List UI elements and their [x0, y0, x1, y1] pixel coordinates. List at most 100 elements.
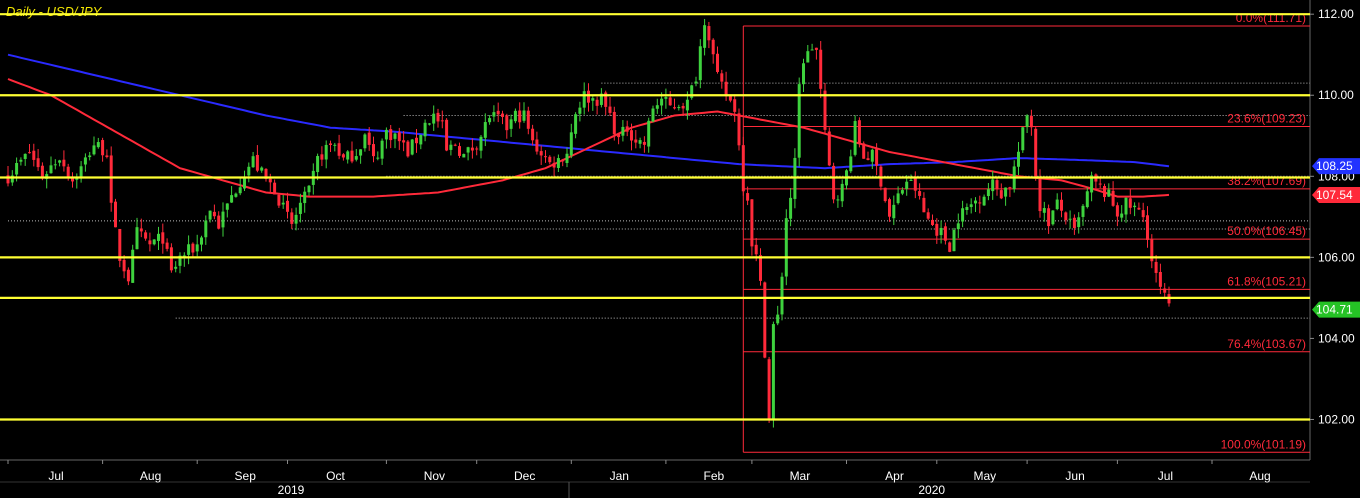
- candle-body: [462, 154, 466, 158]
- candle-body: [1008, 187, 1012, 189]
- candle-body: [655, 105, 659, 109]
- candle-body: [320, 154, 324, 160]
- candle-body: [819, 49, 823, 89]
- candle-body: [703, 25, 707, 48]
- candle-body: [419, 134, 423, 145]
- candle-body: [806, 51, 810, 63]
- candle-body: [109, 155, 113, 203]
- candle-body: [750, 199, 754, 247]
- candle-body: [565, 153, 569, 164]
- candle-body: [888, 199, 891, 217]
- candle-body: [15, 162, 19, 175]
- month-label: Feb: [704, 469, 725, 483]
- candle-body: [952, 229, 956, 252]
- candle-body: [552, 162, 556, 168]
- month-label: Jul: [48, 469, 63, 483]
- candle-body: [1154, 261, 1158, 273]
- candle-body: [900, 190, 904, 194]
- candle-body: [582, 91, 586, 108]
- candle-body: [836, 199, 840, 201]
- y-tick-label: 112.00: [1318, 7, 1354, 21]
- candle-body: [329, 143, 332, 146]
- candle-body: [883, 187, 887, 202]
- candle-body: [341, 154, 345, 158]
- candle-body: [62, 159, 66, 167]
- fib-level-label: 23.6%(109.23): [1227, 111, 1306, 125]
- candle-body: [802, 63, 805, 85]
- fib-level-label: 61.8%(105.21): [1227, 274, 1306, 288]
- candle-body: [208, 210, 212, 220]
- candle-body: [384, 129, 388, 140]
- candle-body: [161, 232, 165, 244]
- candle-body: [483, 122, 487, 138]
- candle-body: [1146, 215, 1149, 240]
- candle-body: [974, 200, 977, 204]
- candle-body: [488, 118, 492, 123]
- candle-body: [148, 240, 152, 245]
- candle-body: [105, 155, 109, 158]
- month-label: Apr: [885, 469, 904, 483]
- candle-body: [1034, 128, 1038, 179]
- month-label: Nov: [424, 469, 445, 483]
- year-label: 2020: [918, 483, 945, 497]
- candle-body: [221, 211, 225, 228]
- candle-body: [238, 187, 242, 194]
- candle-body: [152, 239, 156, 245]
- candle-body: [875, 149, 879, 166]
- candle-body: [587, 90, 590, 103]
- candle-body: [187, 244, 191, 255]
- candle-body: [1017, 151, 1020, 167]
- candle-body: [243, 177, 246, 189]
- candle-body: [909, 179, 913, 181]
- candle-body: [1141, 210, 1145, 218]
- candle-body: [1124, 197, 1128, 215]
- candle-body: [294, 214, 298, 224]
- candle-body: [316, 156, 320, 173]
- candle-body: [277, 194, 281, 206]
- y-tick-label: 104.00: [1318, 331, 1355, 345]
- candle-body: [204, 220, 208, 238]
- candle-body: [290, 212, 294, 224]
- candle-body: [333, 144, 337, 146]
- candle-body: [1103, 186, 1106, 198]
- y-tick-label: 106.00: [1318, 250, 1355, 264]
- candle-body: [114, 201, 117, 228]
- candle-body: [372, 144, 375, 157]
- candle-body: [23, 153, 27, 159]
- candle-body: [363, 134, 367, 149]
- candle-body: [866, 158, 870, 161]
- candle-body: [1064, 212, 1068, 221]
- candle-body: [1120, 213, 1124, 218]
- candle-body: [539, 151, 543, 156]
- candle-body: [88, 155, 92, 158]
- candle-body: [36, 158, 40, 168]
- candle-body: [660, 98, 664, 106]
- candle-body: [965, 207, 969, 211]
- candle-body: [535, 139, 539, 152]
- candle-body: [393, 133, 397, 139]
- fib-level-label: 38.2%(107.69): [1227, 174, 1306, 188]
- candle-body: [307, 185, 311, 193]
- candle-body: [595, 99, 599, 106]
- candle-body: [685, 99, 689, 111]
- month-label: Mar: [790, 469, 811, 483]
- candle-body: [832, 165, 836, 200]
- candle-body: [668, 97, 672, 106]
- candle-body: [458, 146, 461, 156]
- candle-body: [251, 156, 255, 168]
- candle-body: [440, 120, 444, 122]
- candle-body: [19, 159, 23, 162]
- candle-body: [492, 112, 496, 117]
- candle-body: [174, 266, 178, 269]
- candle-body: [200, 237, 203, 245]
- candle-body: [591, 98, 595, 101]
- candle-body: [281, 202, 285, 205]
- candle-body: [346, 151, 350, 160]
- candle-body: [406, 141, 410, 157]
- candle-body: [475, 148, 479, 150]
- fib-level-label: 76.4%(103.67): [1227, 337, 1306, 351]
- candle-body: [548, 156, 552, 163]
- candle-body: [131, 249, 135, 283]
- candle-body: [754, 244, 758, 255]
- candle-body: [255, 154, 259, 171]
